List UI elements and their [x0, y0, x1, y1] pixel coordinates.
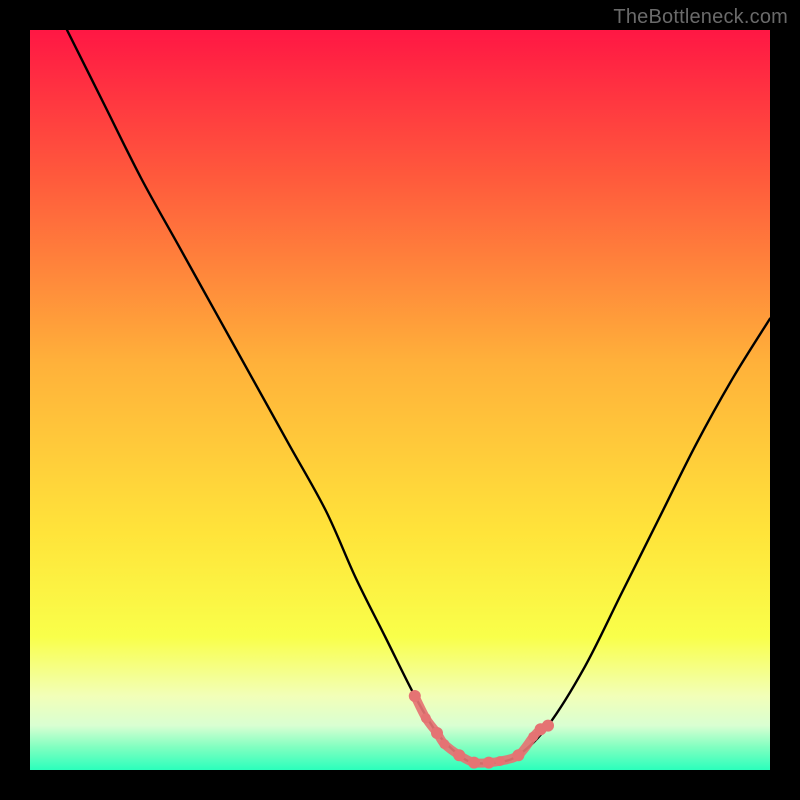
trough-marker [512, 749, 524, 761]
plot-background [30, 30, 770, 770]
trough-marker [468, 757, 480, 769]
trough-marker [421, 713, 431, 723]
chart-stage: TheBottleneck.com [0, 0, 800, 800]
chart-svg [0, 0, 800, 800]
trough-marker [483, 757, 495, 769]
trough-marker [453, 749, 465, 761]
trough-marker [495, 756, 505, 766]
watermark-text: TheBottleneck.com [613, 6, 788, 29]
trough-marker [439, 739, 449, 749]
trough-marker [431, 727, 443, 739]
trough-marker [542, 720, 554, 732]
trough-marker [409, 690, 421, 702]
